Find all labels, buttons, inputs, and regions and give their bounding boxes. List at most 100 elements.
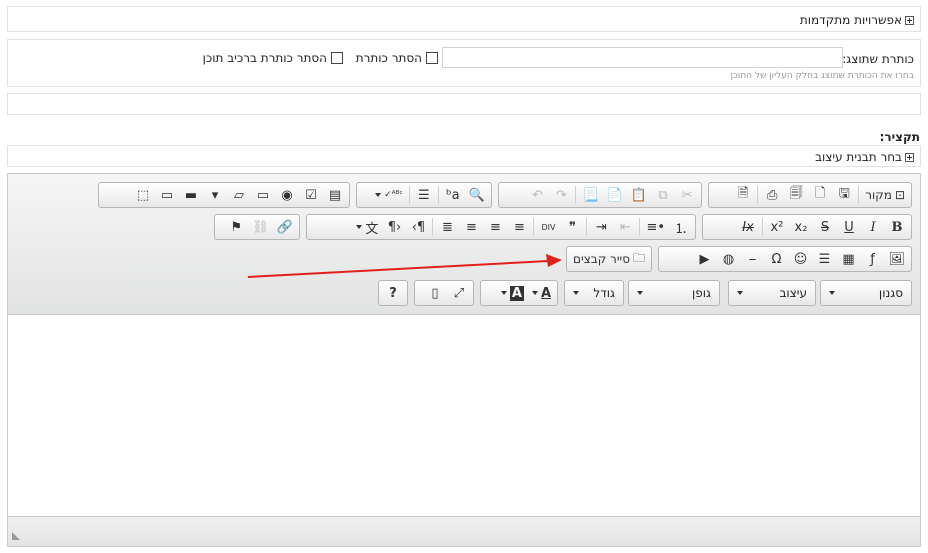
font-combo[interactable]: גופן — [628, 280, 720, 306]
forms-group: ▤ ☑ ◉ ▭ ▱ ▾ ▬ ▭ ⬚ — [98, 182, 350, 208]
choose-template-toggle[interactable]: בחר תבנית עיצוב — [815, 150, 914, 164]
checkbox-box[interactable] — [426, 52, 438, 64]
preview-icon[interactable]: 🗐 — [784, 184, 808, 206]
spellcheck-icon: ᴬᴮᶜ✓ — [384, 190, 403, 200]
rich-text-editor: ⊡ מקור 🖫 🗋 🗐 ⎙ 🗎 ✂ ⧉ 📋 📄 📃 ↷ ↶ 🔍 ᵇa ☰ ᴬᴮ… — [7, 173, 921, 547]
outdent-icon[interactable]: ⇤ — [613, 216, 637, 238]
undo-icon[interactable]: ↶ — [525, 184, 549, 206]
indent-icon[interactable]: ⇥ — [589, 216, 613, 238]
paragraph-group: ⒈ •≡ ⇤ ⇥ ❞ DIV ≡ ≡ ≡ ≣ ¶› ‹¶ 文 — [306, 214, 696, 240]
select-field-icon[interactable]: ▾ — [203, 184, 227, 206]
flash-icon[interactable]: ƒ — [860, 248, 884, 270]
checkbox-box[interactable] — [331, 52, 343, 64]
cut-icon[interactable]: ✂ — [675, 184, 699, 206]
dropdown-caret-icon — [356, 225, 363, 229]
strike-icon[interactable]: S — [813, 216, 837, 238]
image-icon[interactable]: 🖼 — [884, 248, 909, 270]
smiley-icon[interactable]: ☺ — [788, 248, 812, 270]
form-icon[interactable]: ▤ — [323, 184, 347, 206]
numbered-list-icon[interactable]: ⒈ — [669, 216, 693, 238]
justify-icon[interactable]: ≣ — [435, 216, 459, 238]
remove-format-icon[interactable]: Ix — [736, 216, 760, 238]
bulleted-list-icon[interactable]: •≡ — [642, 216, 669, 238]
editor-toolbar: ⊡ מקור 🖫 🗋 🗐 ⎙ 🗎 ✂ ⧉ 📋 📄 📃 ↷ ↶ 🔍 ᵇa ☰ ᴬᴮ… — [8, 174, 920, 315]
align-left-icon[interactable]: ≡ — [507, 216, 531, 238]
dropdown-caret-icon — [375, 193, 382, 197]
radio-icon[interactable]: ◉ — [275, 184, 299, 206]
styles-combo[interactable]: סגנון — [820, 280, 912, 306]
bold-icon[interactable]: B — [885, 216, 909, 238]
background-color-button[interactable]: A — [497, 282, 528, 304]
dropdown-caret-icon — [637, 291, 643, 295]
find-icon[interactable]: 🔍 — [465, 184, 489, 206]
resize-handle-icon[interactable] — [12, 532, 20, 540]
button-field-icon[interactable]: ▬ — [179, 184, 203, 206]
redo-icon[interactable]: ↷ — [549, 184, 573, 206]
editor-content-area[interactable] — [8, 315, 920, 516]
align-right-icon[interactable]: ≡ — [459, 216, 483, 238]
select-all-icon[interactable]: ☰ — [412, 184, 436, 206]
text-direction-rtl-icon[interactable]: ‹¶ — [382, 216, 406, 238]
print-icon[interactable]: ⎙ — [760, 184, 784, 206]
textfield-icon[interactable]: ▭ — [251, 184, 275, 206]
source-button[interactable]: ⊡ מקור — [861, 184, 909, 206]
empty-field-panel[interactable] — [7, 93, 921, 115]
maximize-icon[interactable]: ⤢ — [447, 282, 471, 304]
save-icon[interactable]: 🖫 — [832, 184, 856, 206]
link-icon[interactable]: 🔗 — [273, 216, 297, 238]
styles-combo-label: סגנון — [878, 286, 903, 300]
format-combo[interactable]: עיצוב — [728, 280, 816, 306]
basic-styles-group: B I U S x₂ x² Ix — [702, 214, 912, 240]
font-size-combo[interactable]: גודל — [564, 280, 624, 306]
font-combo-label: גופן — [692, 286, 711, 300]
hidden-field-icon[interactable]: ⬚ — [131, 184, 155, 206]
special-char-icon[interactable]: Ω — [764, 248, 788, 270]
advanced-options-toggle[interactable]: אפשרויות מתקדמות — [800, 13, 914, 27]
new-page-icon[interactable]: 🗋 — [808, 184, 832, 206]
spellcheck-button[interactable]: ᴬᴮᶜ✓ — [371, 184, 407, 206]
display-title-input[interactable] — [442, 47, 843, 68]
textarea-icon[interactable]: ▱ — [227, 184, 251, 206]
copy-icon[interactable]: ⧉ — [651, 184, 675, 206]
colors-group: A A — [480, 280, 558, 306]
table-icon[interactable]: ▦ — [836, 248, 860, 270]
separator — [858, 186, 860, 204]
help-icon[interactable]: ? — [381, 282, 405, 304]
text-color-button[interactable]: A — [528, 282, 555, 304]
subscript-icon[interactable]: x₂ — [789, 216, 813, 238]
iframe-icon[interactable]: ◍ — [716, 248, 740, 270]
hide-title-in-component-checkbox[interactable]: הסתר כותרת ברכיב תוכן — [203, 51, 343, 65]
underline-icon[interactable]: U — [837, 216, 861, 238]
separator — [437, 186, 439, 204]
blockquote-icon[interactable]: ❞ — [560, 216, 584, 238]
superscript-icon[interactable]: x² — [765, 216, 789, 238]
paste-text-icon[interactable]: 📄 — [603, 184, 627, 206]
horizontal-line-icon[interactable]: ☰ — [812, 248, 836, 270]
links-group: 🔗 ⛓ ⚑ — [214, 214, 300, 240]
align-center-icon[interactable]: ≡ — [483, 216, 507, 238]
page-break-icon[interactable]: ⎯ — [740, 248, 764, 270]
dropdown-caret-icon — [573, 291, 579, 295]
language-button[interactable]: 文 — [352, 216, 382, 238]
italic-icon[interactable]: I — [861, 216, 885, 238]
show-blocks-icon[interactable]: ▯ — [423, 282, 447, 304]
unlink-icon[interactable]: ⛓ — [248, 216, 273, 238]
templates-icon[interactable]: 🗎 — [731, 184, 755, 206]
separator — [757, 186, 759, 204]
paste-word-icon[interactable]: 📃 — [578, 184, 602, 206]
file-browser-button[interactable]: 🗀 סייר קבצים — [569, 248, 649, 270]
paste-icon[interactable]: 📋 — [627, 184, 651, 206]
separator — [408, 186, 410, 204]
youtube-icon[interactable]: ▶ — [692, 248, 716, 270]
image-button-icon[interactable]: ▭ — [155, 184, 179, 206]
anchor-icon[interactable]: ⚑ — [224, 216, 248, 238]
help-group: ? — [378, 280, 408, 306]
dropdown-caret-icon — [531, 291, 538, 295]
file-browser-label: סייר קבצים — [573, 252, 630, 266]
replace-icon[interactable]: ᵇa — [441, 184, 465, 206]
text-direction-ltr-icon[interactable]: ¶› — [406, 216, 430, 238]
font-size-combo-label: גודל — [593, 286, 615, 300]
checkbox-icon[interactable]: ☑ — [299, 184, 323, 206]
hide-title-checkbox[interactable]: הסתר כותרת — [356, 51, 438, 65]
div-container-icon[interactable]: DIV — [536, 216, 560, 238]
